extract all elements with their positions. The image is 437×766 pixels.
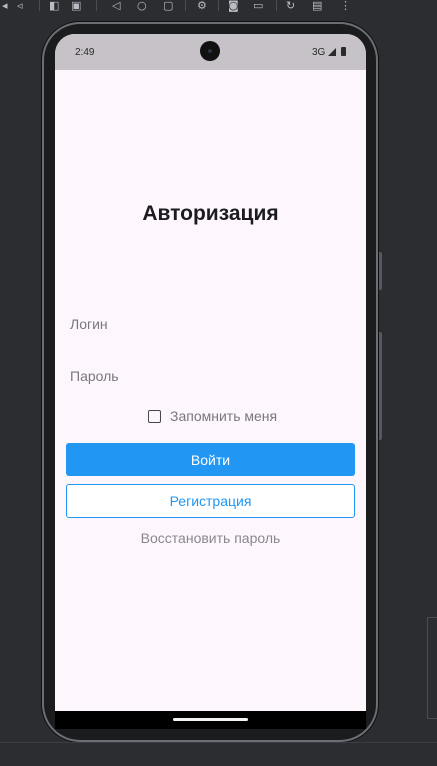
volume-down-icon[interactable]: ◂ [2, 0, 8, 11]
side-panel [427, 617, 437, 719]
restore-password-link[interactable]: Восстановить пароль [55, 530, 366, 546]
remember-me-label: Запомнить меня [170, 408, 278, 424]
more-icon[interactable]: ⋮ [340, 0, 351, 11]
toolbar-divider [39, 0, 40, 11]
home-indicator[interactable] [173, 718, 248, 721]
register-button[interactable]: Регистрация [66, 484, 355, 518]
power-button [379, 332, 382, 440]
volume-icon[interactable]: ◃ [17, 0, 23, 11]
battery-icon [341, 47, 346, 56]
password-input[interactable]: Пароль [70, 368, 119, 384]
toolbar-divider [218, 0, 219, 11]
rotate-icon[interactable]: ↻ [286, 0, 295, 11]
login-button[interactable]: Войти [66, 443, 355, 476]
layout-inspector-icon[interactable]: ◧ [49, 0, 59, 11]
page-title: Авторизация [142, 202, 279, 225]
network-type: 3G [312, 47, 326, 58]
checkbox-icon[interactable] [148, 409, 161, 423]
camera-icon[interactable]: ◙ [228, 0, 239, 11]
settings-icon[interactable]: ⚙ [197, 0, 207, 11]
navigation-bar [55, 711, 366, 729]
overview-icon[interactable]: ▢ [163, 0, 173, 11]
login-input[interactable]: Логин [70, 316, 108, 332]
toolbar-divider [276, 0, 277, 11]
ide-status-bar [0, 742, 437, 766]
device-mirror-icon[interactable]: ▣ [71, 0, 81, 11]
status-bar: 2:49 3G [55, 34, 366, 70]
back-icon[interactable]: ◁ [112, 0, 120, 11]
display-icon[interactable]: ▤ [312, 0, 322, 11]
status-time: 2:49 [75, 47, 95, 58]
emulator-toolbar: ◂ ◃ ◧ ▣ ◁ ○ ▢ ⚙ ◙ ▭ ↻ ▤ ⋮ [0, 0, 437, 14]
home-icon[interactable]: ○ [137, 0, 147, 11]
front-camera-icon [200, 41, 220, 61]
toolbar-divider [96, 0, 97, 11]
volume-button [379, 252, 382, 290]
video-icon[interactable]: ▭ [253, 0, 263, 11]
toolbar-divider [185, 0, 186, 11]
app-screen: 2:49 3G Авторизация Логин Пароль Запомни… [55, 34, 366, 711]
signal-icon [328, 48, 336, 56]
remember-me-checkbox[interactable]: Запомнить меня [148, 408, 277, 424]
